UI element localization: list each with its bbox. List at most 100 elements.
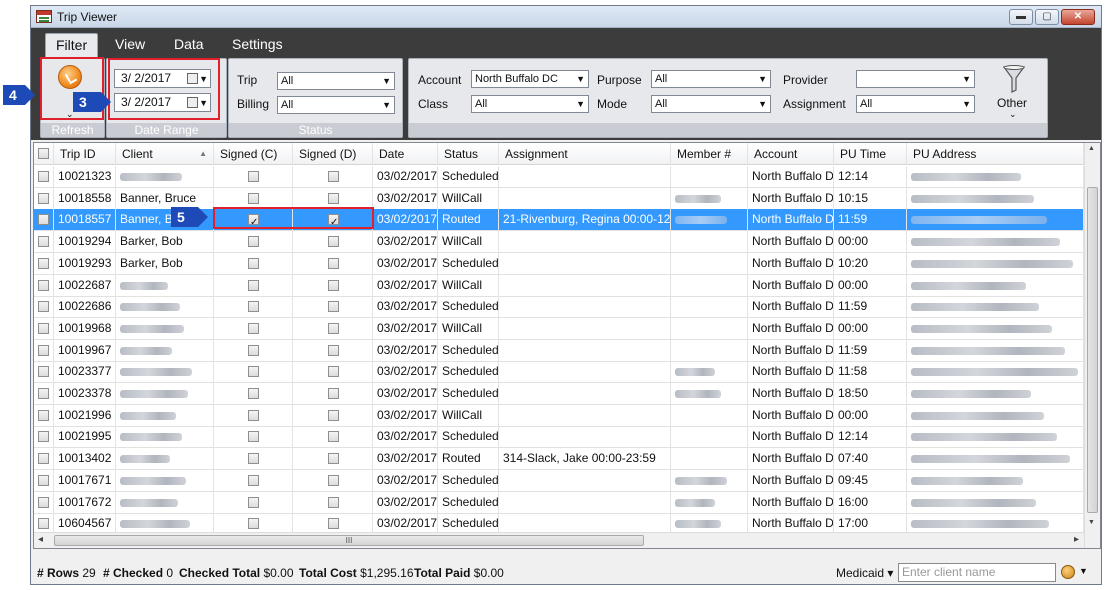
horizontal-scrollbar[interactable]: ◂ III ▸ — [34, 532, 1084, 548]
row-checkbox[interactable] — [38, 496, 49, 508]
signed-c-checkbox[interactable] — [248, 322, 259, 334]
client-search-input[interactable]: Enter client name — [898, 563, 1056, 582]
row-checkbox[interactable] — [38, 453, 49, 465]
row-checkbox-cell[interactable] — [34, 296, 54, 319]
signed-d-cell[interactable] — [293, 426, 373, 449]
signed-c-cell[interactable] — [214, 361, 293, 384]
row-checkbox-cell[interactable] — [34, 317, 54, 340]
row-checkbox[interactable] — [38, 257, 49, 269]
account-select[interactable]: North Buffalo DC ▼ — [471, 70, 589, 88]
signed-d-cell[interactable] — [293, 166, 373, 188]
row-checkbox[interactable] — [38, 431, 49, 443]
signed-c-checkbox[interactable] — [248, 257, 259, 269]
row-checkbox[interactable] — [38, 474, 49, 486]
signed-c-checkbox[interactable] — [248, 301, 259, 313]
signed-c-checkbox[interactable] — [248, 388, 259, 399]
signed-c-cell[interactable] — [214, 231, 293, 254]
scroll-right-icon[interactable]: ▸ — [1074, 534, 1079, 545]
table-row[interactable]: 10017671 03/02/2017 Scheduled North Buffalo… — [34, 469, 1084, 492]
col-member[interactable]: Member # — [671, 143, 748, 165]
trip-status-select[interactable]: All ▼ — [277, 72, 395, 90]
other-filter-button[interactable]: Other ⌄ — [983, 59, 1047, 125]
select-all-checkbox[interactable] — [38, 148, 49, 159]
col-date[interactable]: Date — [373, 143, 438, 165]
signed-d-checkbox[interactable] — [328, 279, 339, 291]
row-checkbox-cell[interactable] — [34, 426, 54, 449]
signed-d-cell[interactable] — [293, 448, 373, 471]
class-select[interactable]: All ▼ — [471, 95, 589, 113]
row-checkbox[interactable] — [38, 192, 49, 204]
signed-c-cell[interactable] — [214, 404, 293, 427]
signed-c-checkbox[interactable] — [248, 279, 259, 291]
row-checkbox-cell[interactable] — [34, 274, 54, 297]
other-dropdown-icon[interactable]: ⌄ — [1009, 109, 1017, 120]
signed-d-checkbox[interactable] — [328, 236, 339, 248]
signed-d-checkbox[interactable] — [328, 388, 339, 399]
signed-d-checkbox[interactable] — [328, 192, 339, 204]
row-checkbox[interactable] — [38, 279, 49, 291]
signed-d-cell[interactable] — [293, 404, 373, 427]
billing-status-select[interactable]: All ▼ — [277, 96, 395, 114]
select-all-checkbox-cell[interactable] — [34, 143, 54, 165]
row-checkbox[interactable] — [38, 171, 49, 182]
signed-d-checkbox[interactable] — [328, 474, 339, 486]
vertical-scrollbar[interactable]: ▲ ▼ — [1084, 143, 1100, 548]
people-icon[interactable] — [1061, 565, 1075, 579]
table-row[interactable]: 10019968 03/02/2017 WillCall North Buffalo … — [34, 317, 1084, 340]
signed-c-checkbox[interactable] — [248, 409, 259, 421]
table-row[interactable]: 10019293 Barker, Bob 03/02/2017 Scheduled No… — [34, 252, 1084, 275]
signed-c-checkbox[interactable] — [248, 344, 259, 356]
signed-d-checkbox[interactable] — [328, 171, 339, 182]
row-checkbox-cell[interactable] — [34, 166, 54, 188]
row-checkbox-cell[interactable] — [34, 361, 54, 384]
signed-d-cell[interactable] — [293, 274, 373, 297]
row-checkbox-cell[interactable] — [34, 252, 54, 275]
signed-d-checkbox[interactable] — [328, 301, 339, 313]
row-checkbox-cell[interactable] — [34, 404, 54, 427]
tab-settings[interactable]: Settings — [222, 33, 293, 58]
signed-c-cell[interactable] — [214, 166, 293, 188]
vertical-scroll-thumb[interactable] — [1087, 187, 1098, 513]
row-checkbox[interactable] — [38, 409, 49, 421]
row-checkbox-cell[interactable] — [34, 448, 54, 471]
table-row[interactable]: 10023378 03/02/2017 Scheduled North Buffalo… — [34, 383, 1084, 405]
signed-c-cell[interactable] — [214, 317, 293, 340]
signed-d-checkbox[interactable] — [328, 496, 339, 508]
row-checkbox[interactable] — [38, 518, 49, 530]
row-checkbox[interactable] — [38, 388, 49, 399]
row-checkbox-cell[interactable] — [34, 231, 54, 254]
signed-d-checkbox[interactable] — [328, 344, 339, 356]
signed-c-checkbox[interactable] — [248, 171, 259, 182]
signed-d-cell[interactable] — [293, 491, 373, 514]
signed-c-checkbox[interactable] — [248, 453, 259, 465]
signed-d-checkbox[interactable] — [328, 431, 339, 443]
signed-c-checkbox[interactable] — [248, 366, 259, 378]
signed-d-checkbox[interactable] — [328, 409, 339, 421]
signed-c-cell[interactable] — [214, 469, 293, 492]
signed-d-checkbox[interactable] — [328, 366, 339, 378]
signed-d-checkbox[interactable] — [328, 257, 339, 269]
row-checkbox-cell[interactable] — [34, 339, 54, 362]
assignment-select[interactable]: All ▼ — [856, 95, 975, 113]
col-pu-time[interactable]: PU Time — [834, 143, 907, 165]
purpose-select[interactable]: All ▼ — [651, 70, 771, 88]
signed-d-cell[interactable] — [293, 383, 373, 405]
table-row[interactable]: 10017672 03/02/2017 Scheduled North Buffalo… — [34, 491, 1084, 514]
row-checkbox[interactable] — [38, 366, 49, 378]
provider-select[interactable]: ▼ — [856, 70, 975, 88]
row-checkbox-cell[interactable] — [34, 383, 54, 405]
row-checkbox[interactable] — [38, 236, 49, 248]
signed-d-cell[interactable] — [293, 361, 373, 384]
row-checkbox[interactable] — [38, 344, 49, 356]
signed-d-checkbox[interactable] — [328, 518, 339, 530]
signed-d-checkbox[interactable] — [328, 322, 339, 334]
signed-c-checkbox[interactable] — [248, 192, 259, 204]
signed-c-cell[interactable] — [214, 383, 293, 405]
table-row[interactable]: 10021996 03/02/2017 WillCall North Buffalo … — [34, 404, 1084, 427]
signed-d-cell[interactable] — [293, 252, 373, 275]
table-row[interactable]: 10013402 03/02/2017 Routed 314-Slack, Jake … — [34, 448, 1084, 471]
signed-c-cell[interactable] — [214, 339, 293, 362]
payer-select[interactable]: Medicaid ▾ — [836, 566, 893, 580]
signed-d-cell[interactable] — [293, 231, 373, 254]
col-signed-c[interactable]: Signed (C) — [214, 143, 293, 165]
